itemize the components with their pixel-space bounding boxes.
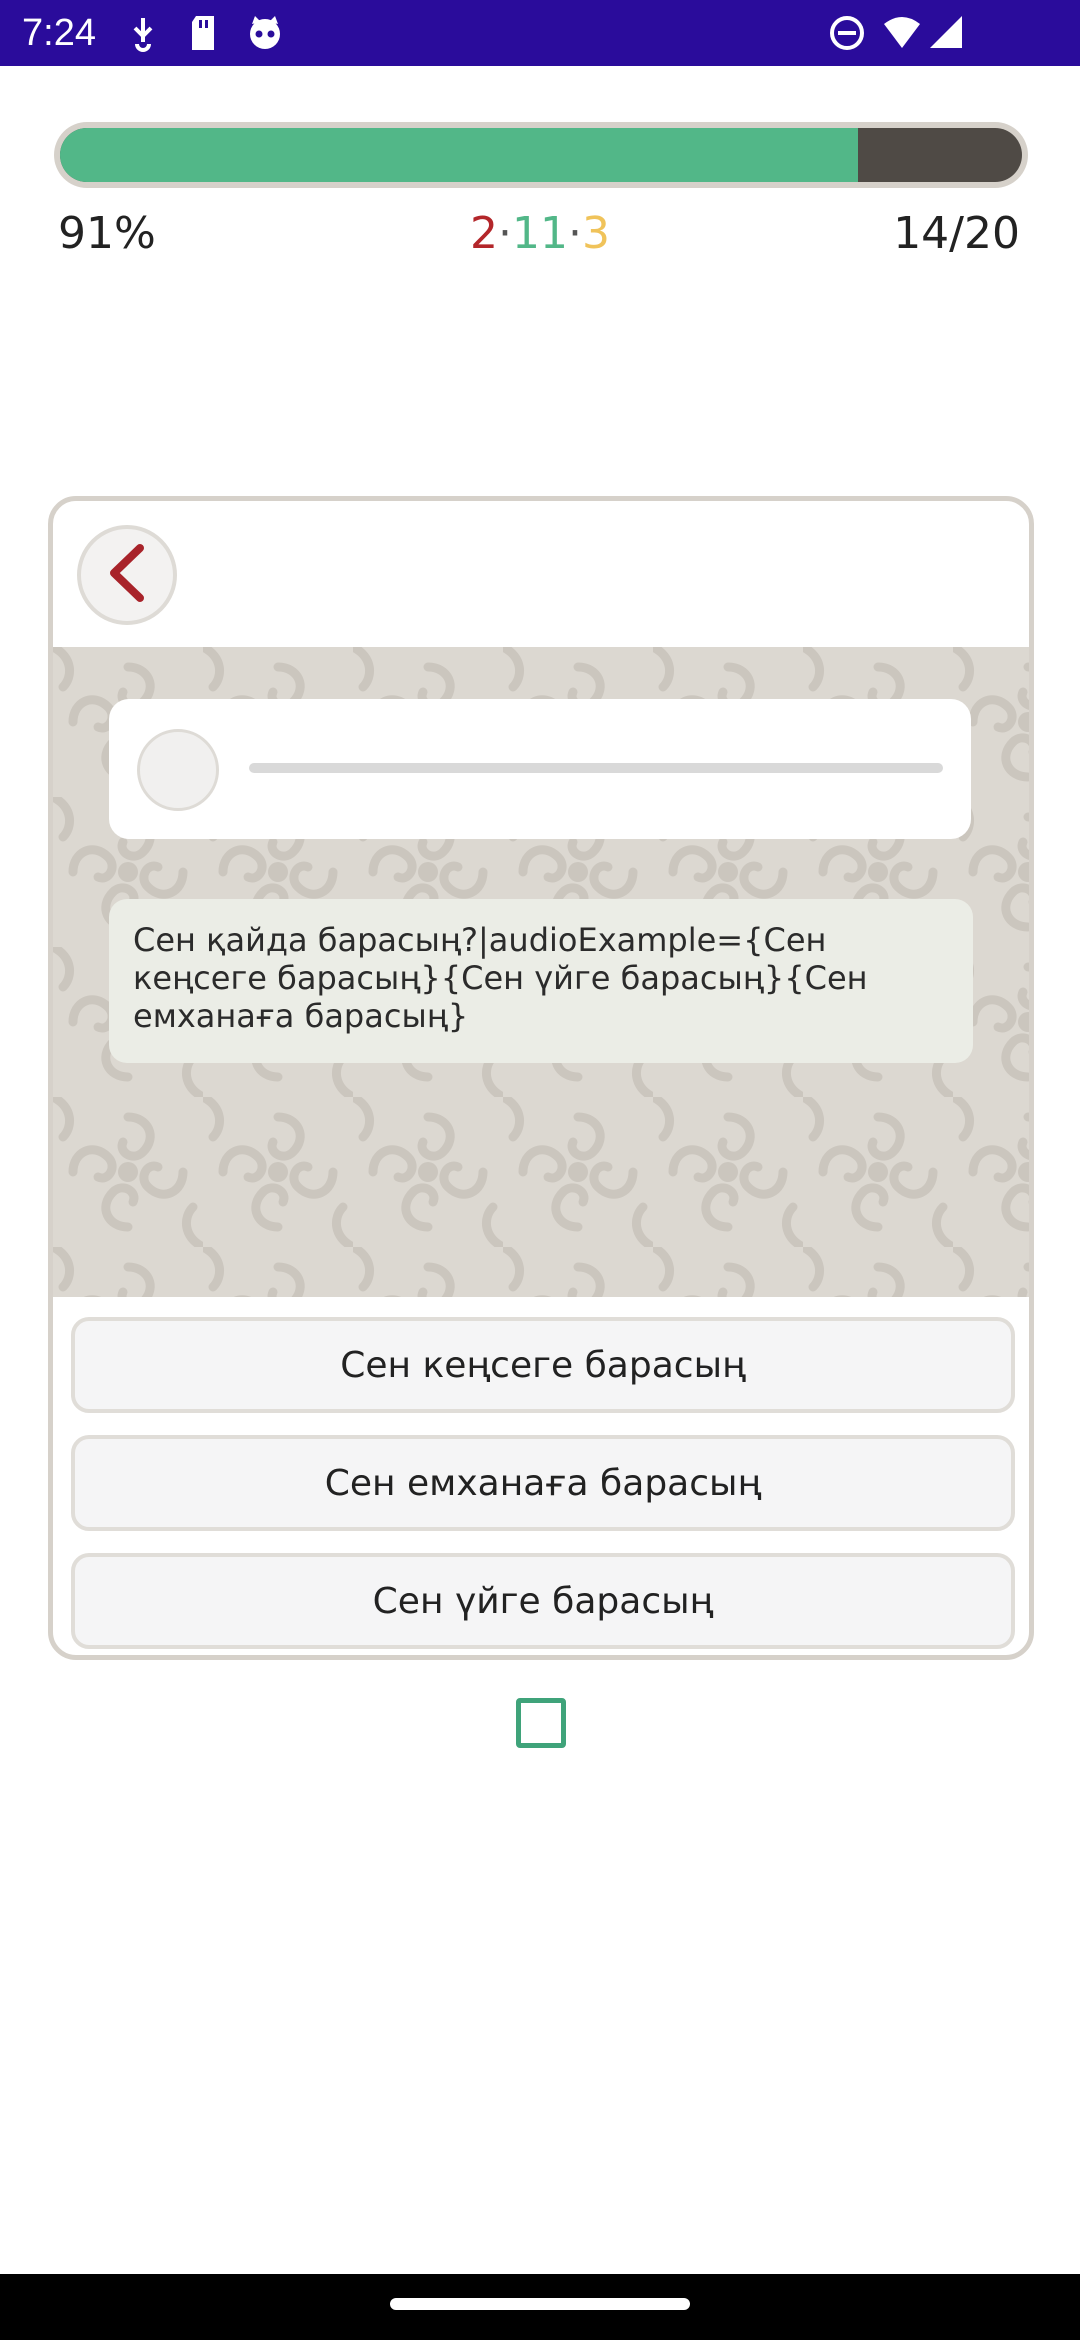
correct-count: 11: [512, 208, 568, 259]
progress-bar-fill: [60, 128, 859, 182]
answer-option-label: Сен емханаға барасың: [324, 1462, 762, 1504]
play-button[interactable]: [137, 729, 219, 811]
ornament-background: Сен қайда барасың?|audioExample={Сен кең…: [53, 647, 1029, 1297]
answer-option-label: Сен кеңсеге барасың: [340, 1344, 746, 1386]
back-button[interactable]: [77, 525, 177, 625]
progress-bar-track: [60, 128, 1022, 182]
audio-player: [109, 699, 971, 839]
count-separator: ·: [498, 208, 512, 259]
home-gesture-handle[interactable]: [390, 2298, 690, 2310]
skipped-count: 3: [582, 208, 610, 259]
signal-icon: [928, 14, 964, 56]
answer-option-1[interactable]: Сен кеңсеге барасың: [71, 1317, 1015, 1413]
progress-bar: [54, 122, 1028, 188]
usb-debug-icon: [128, 14, 158, 56]
count-separator: ·: [568, 208, 582, 259]
audio-progress-track[interactable]: [249, 763, 943, 773]
question-prompt: Сен қайда барасың?|audioExample={Сен кең…: [109, 899, 973, 1063]
navigation-bar: [0, 2274, 1080, 2340]
question-position: 14/20: [893, 208, 1020, 259]
checkbox[interactable]: [516, 1698, 566, 1748]
answer-option-2[interactable]: Сен емханаға барасың: [71, 1435, 1015, 1531]
sd-card-icon: [188, 14, 218, 56]
answer-option-3[interactable]: Сен үйге барасың: [71, 1553, 1015, 1649]
wrong-count: 2: [470, 208, 498, 259]
chevron-left-icon: [104, 544, 150, 606]
do-not-disturb-icon: [828, 14, 866, 56]
cat-app-icon: [246, 14, 284, 56]
question-card: Сен қайда барасың?|audioExample={Сен кең…: [48, 496, 1034, 1660]
answer-option-label: Сен үйге барасың: [372, 1580, 714, 1622]
status-bar: 7:24: [0, 0, 1080, 66]
wifi-icon: [882, 14, 922, 56]
status-time: 7:24: [22, 12, 96, 54]
